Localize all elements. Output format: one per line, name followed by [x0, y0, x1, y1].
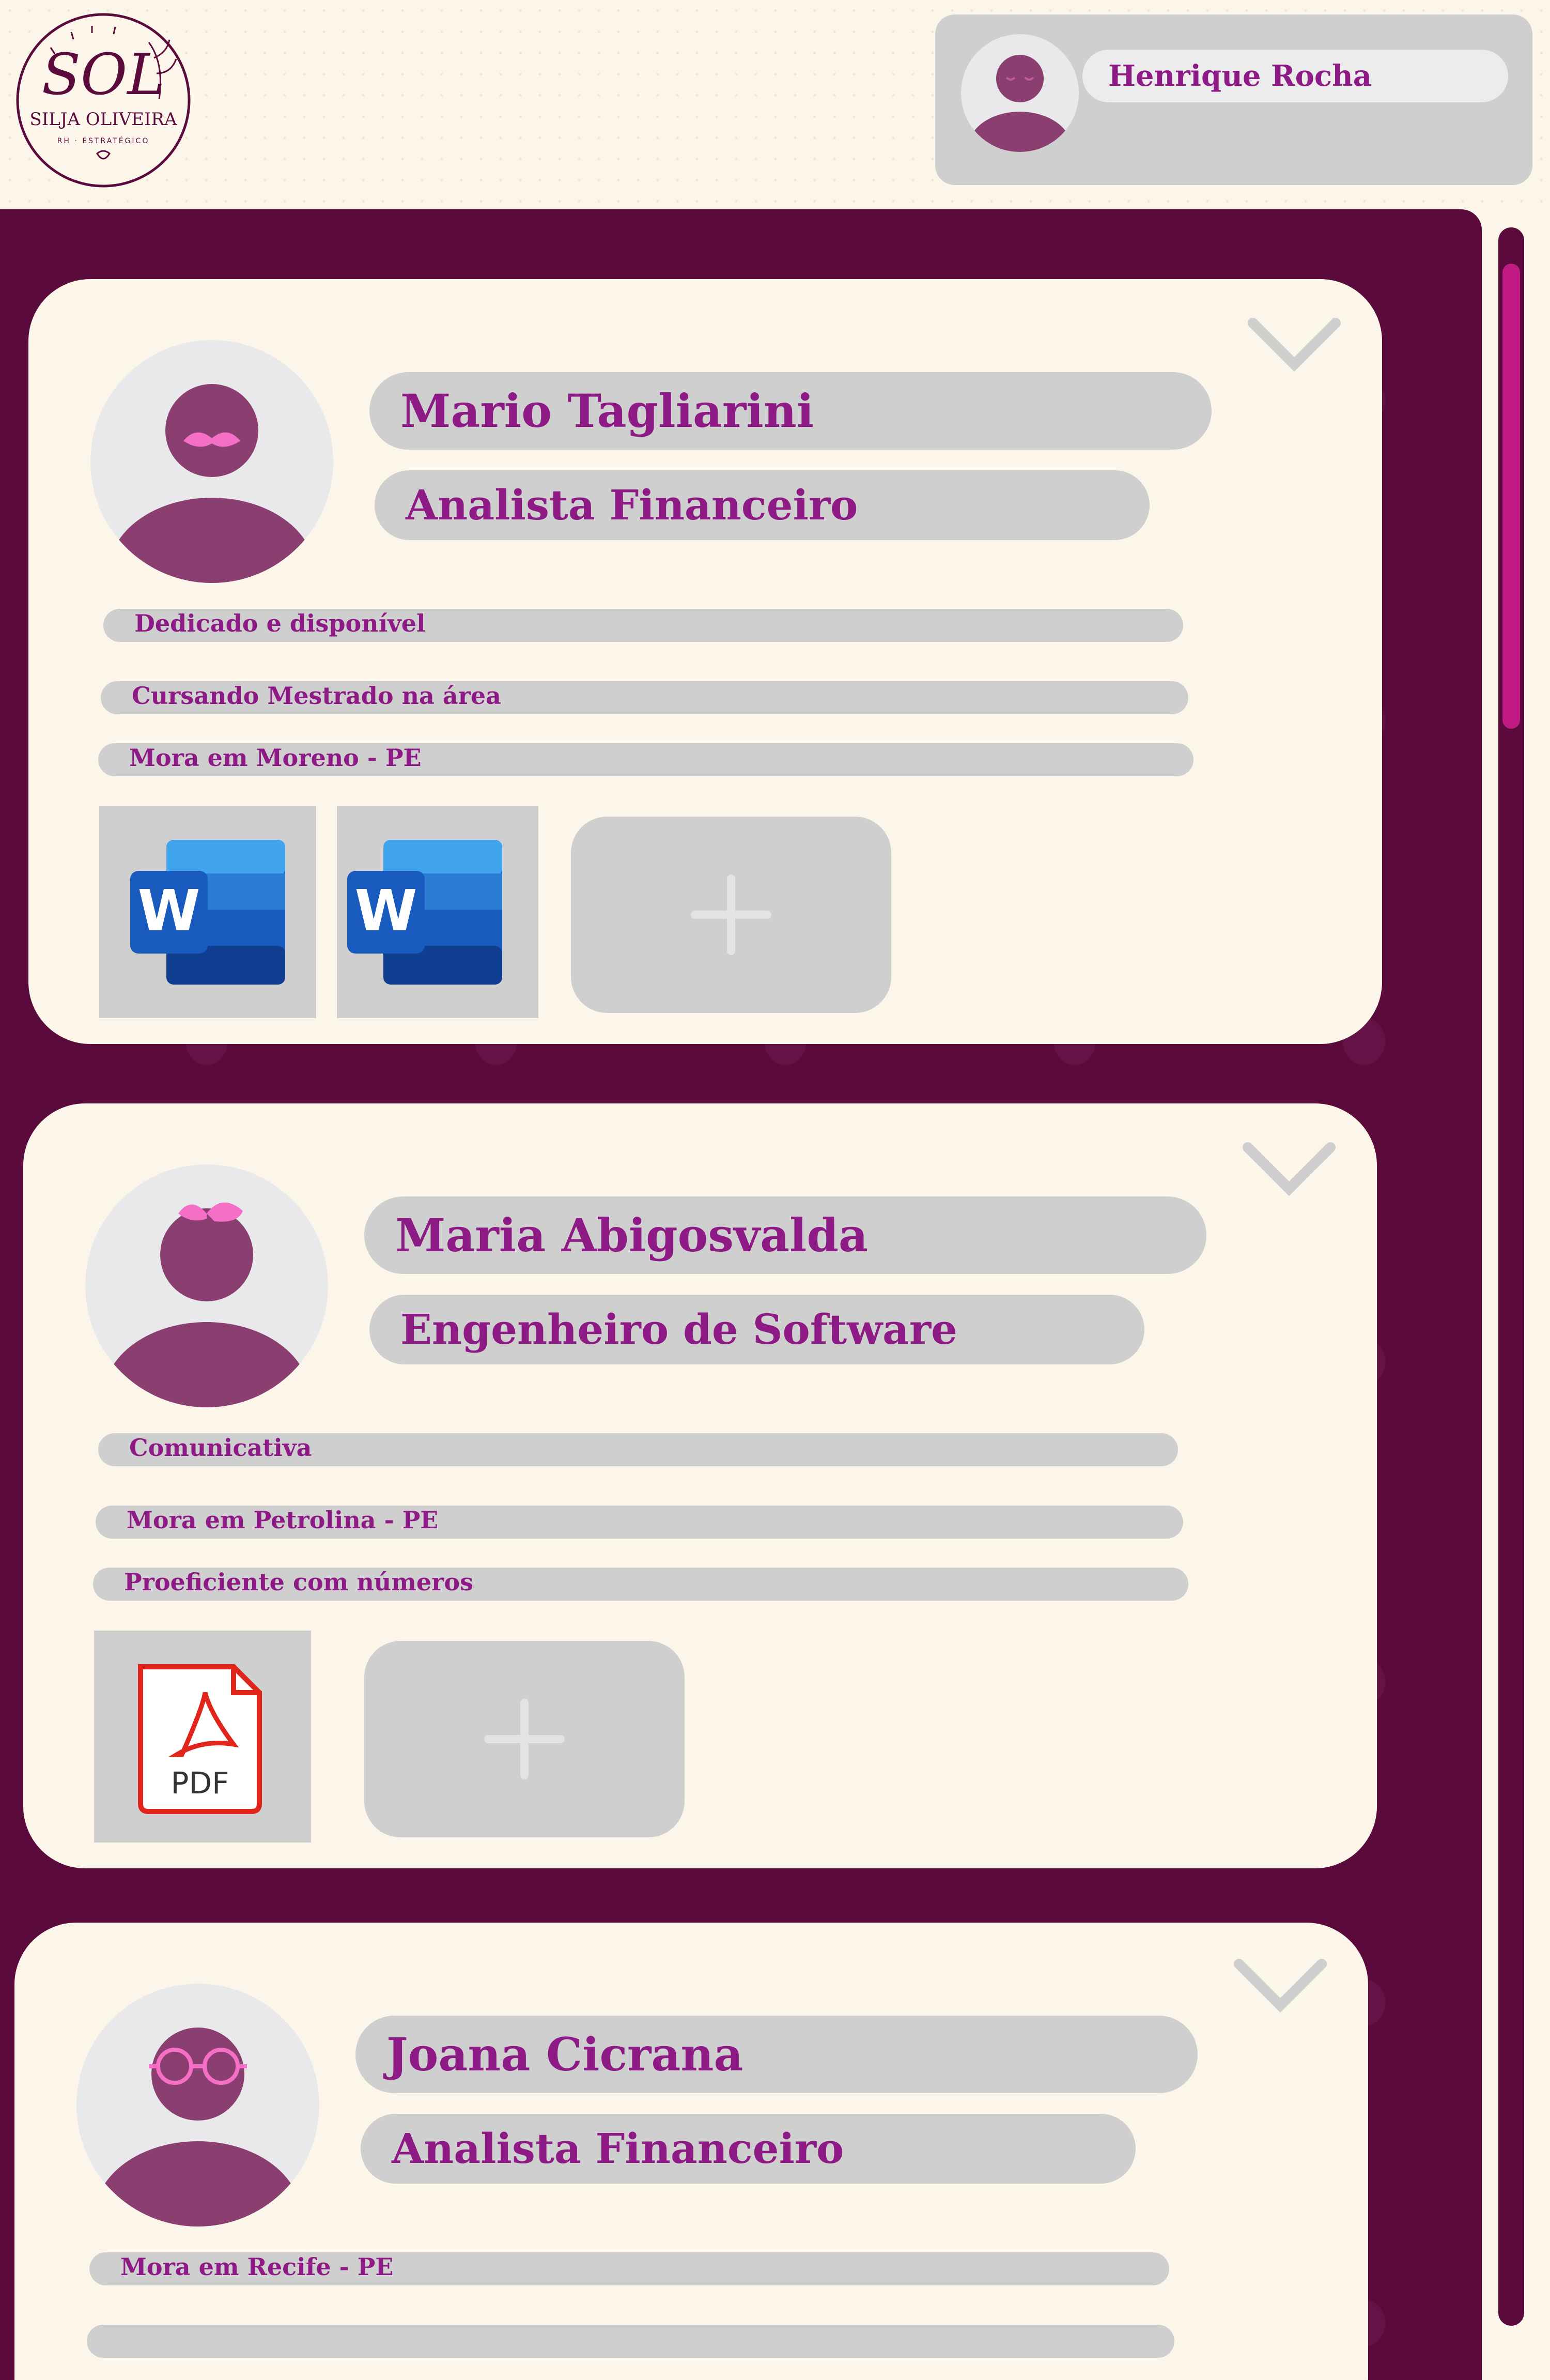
trait-text: Cursando Mestrado na área — [132, 682, 501, 710]
candidate-card[interactable]: Mario Tagliarini Analista Financeiro Ded… — [28, 279, 1382, 1044]
user-profile-box[interactable]: Henrique Rocha — [935, 14, 1532, 185]
trait-text: Mora em Moreno - PE — [129, 744, 422, 772]
word-icon: W — [130, 840, 285, 985]
pdf-label: PDF — [171, 1765, 229, 1801]
trait-pill: Mora em Recife - PE — [89, 2252, 1169, 2285]
logo-tagline: RH · ESTRATÉGICO — [57, 136, 150, 145]
word-letter: W — [137, 878, 200, 944]
logo-text: SOL — [42, 41, 165, 108]
trait-text: Mora em Recife - PE — [120, 2253, 394, 2281]
add-file-button[interactable] — [571, 817, 891, 1013]
candidate-card[interactable]: Maria Abigosvalda Engenheiro de Software… — [23, 1103, 1377, 1868]
candidate-role: Analista Financeiro — [406, 481, 858, 529]
add-file-button[interactable] — [364, 1641, 685, 1837]
candidate-role-pill: Analista Financeiro — [361, 2114, 1136, 2184]
trait-pill: Mora em Petrolina - PE — [96, 1506, 1183, 1539]
word-icon: W — [347, 840, 502, 985]
user-name: Henrique Rocha — [1108, 59, 1372, 93]
candidate-name-pill: Maria Abigosvalda — [364, 1196, 1206, 1274]
candidate-name: Mario Tagliarini — [400, 384, 814, 438]
trait-pill: Cursando Mestrado na área — [101, 681, 1188, 714]
pdf-icon: PDF — [138, 1664, 262, 1814]
candidate-role-pill: Engenheiro de Software — [369, 1295, 1144, 1364]
user-avatar[interactable] — [961, 34, 1079, 152]
trait-text: Mora em Petrolina - PE — [127, 1506, 439, 1534]
candidate-name-pill: Mario Tagliarini — [369, 372, 1212, 450]
chevron-down-icon[interactable] — [1231, 1956, 1329, 2018]
file-attachment[interactable]: W — [337, 806, 538, 1018]
trait-pill: Comunicativa — [98, 1433, 1178, 1466]
candidate-role: Analista Financeiro — [392, 2124, 844, 2173]
word-letter: W — [354, 878, 417, 944]
scrollbar[interactable] — [1498, 227, 1524, 2326]
candidate-role: Engenheiro de Software — [400, 1305, 957, 1354]
chevron-down-icon[interactable] — [1240, 1140, 1338, 1202]
candidate-name: Joana Cicrana — [386, 2028, 743, 2081]
trait-text: Comunicativa — [129, 1434, 312, 1462]
trait-text: Proeficiente com números — [124, 1568, 473, 1596]
candidate-card[interactable]: Joana Cicrana Analista Financeiro Mora e… — [14, 1923, 1368, 2380]
trait-text: Dedicado e disponível — [134, 609, 426, 637]
candidate-avatar — [76, 1984, 319, 2227]
plus-icon — [484, 1699, 565, 1779]
logo: SOL SILJA OLIVEIRA RH · ESTRATÉGICO — [16, 13, 191, 188]
trait-pill: Proeficiente com números — [93, 1568, 1188, 1601]
user-name-pill: Henrique Rocha — [1082, 50, 1508, 102]
file-attachment[interactable]: PDF — [94, 1631, 311, 1842]
candidate-role-pill: Analista Financeiro — [375, 470, 1150, 540]
candidate-name-pill: Joana Cicrana — [355, 2016, 1198, 2093]
scrollbar-thumb[interactable] — [1502, 264, 1520, 729]
candidate-name: Maria Abigosvalda — [395, 1208, 869, 1262]
candidate-avatar — [90, 340, 333, 583]
chevron-down-icon[interactable] — [1245, 315, 1343, 377]
plus-icon — [691, 874, 771, 955]
trait-pill: Dedicado e disponível — [103, 609, 1183, 642]
candidates-panel[interactable]: Mario Tagliarini Analista Financeiro Ded… — [0, 209, 1482, 2380]
trait-pill: Mora em Moreno - PE — [98, 743, 1194, 776]
candidate-avatar — [85, 1164, 328, 1407]
logo-subtitle: SILJA OLIVEIRA — [29, 109, 177, 130]
trait-pill — [87, 2325, 1174, 2358]
file-attachment[interactable]: W — [99, 806, 316, 1018]
